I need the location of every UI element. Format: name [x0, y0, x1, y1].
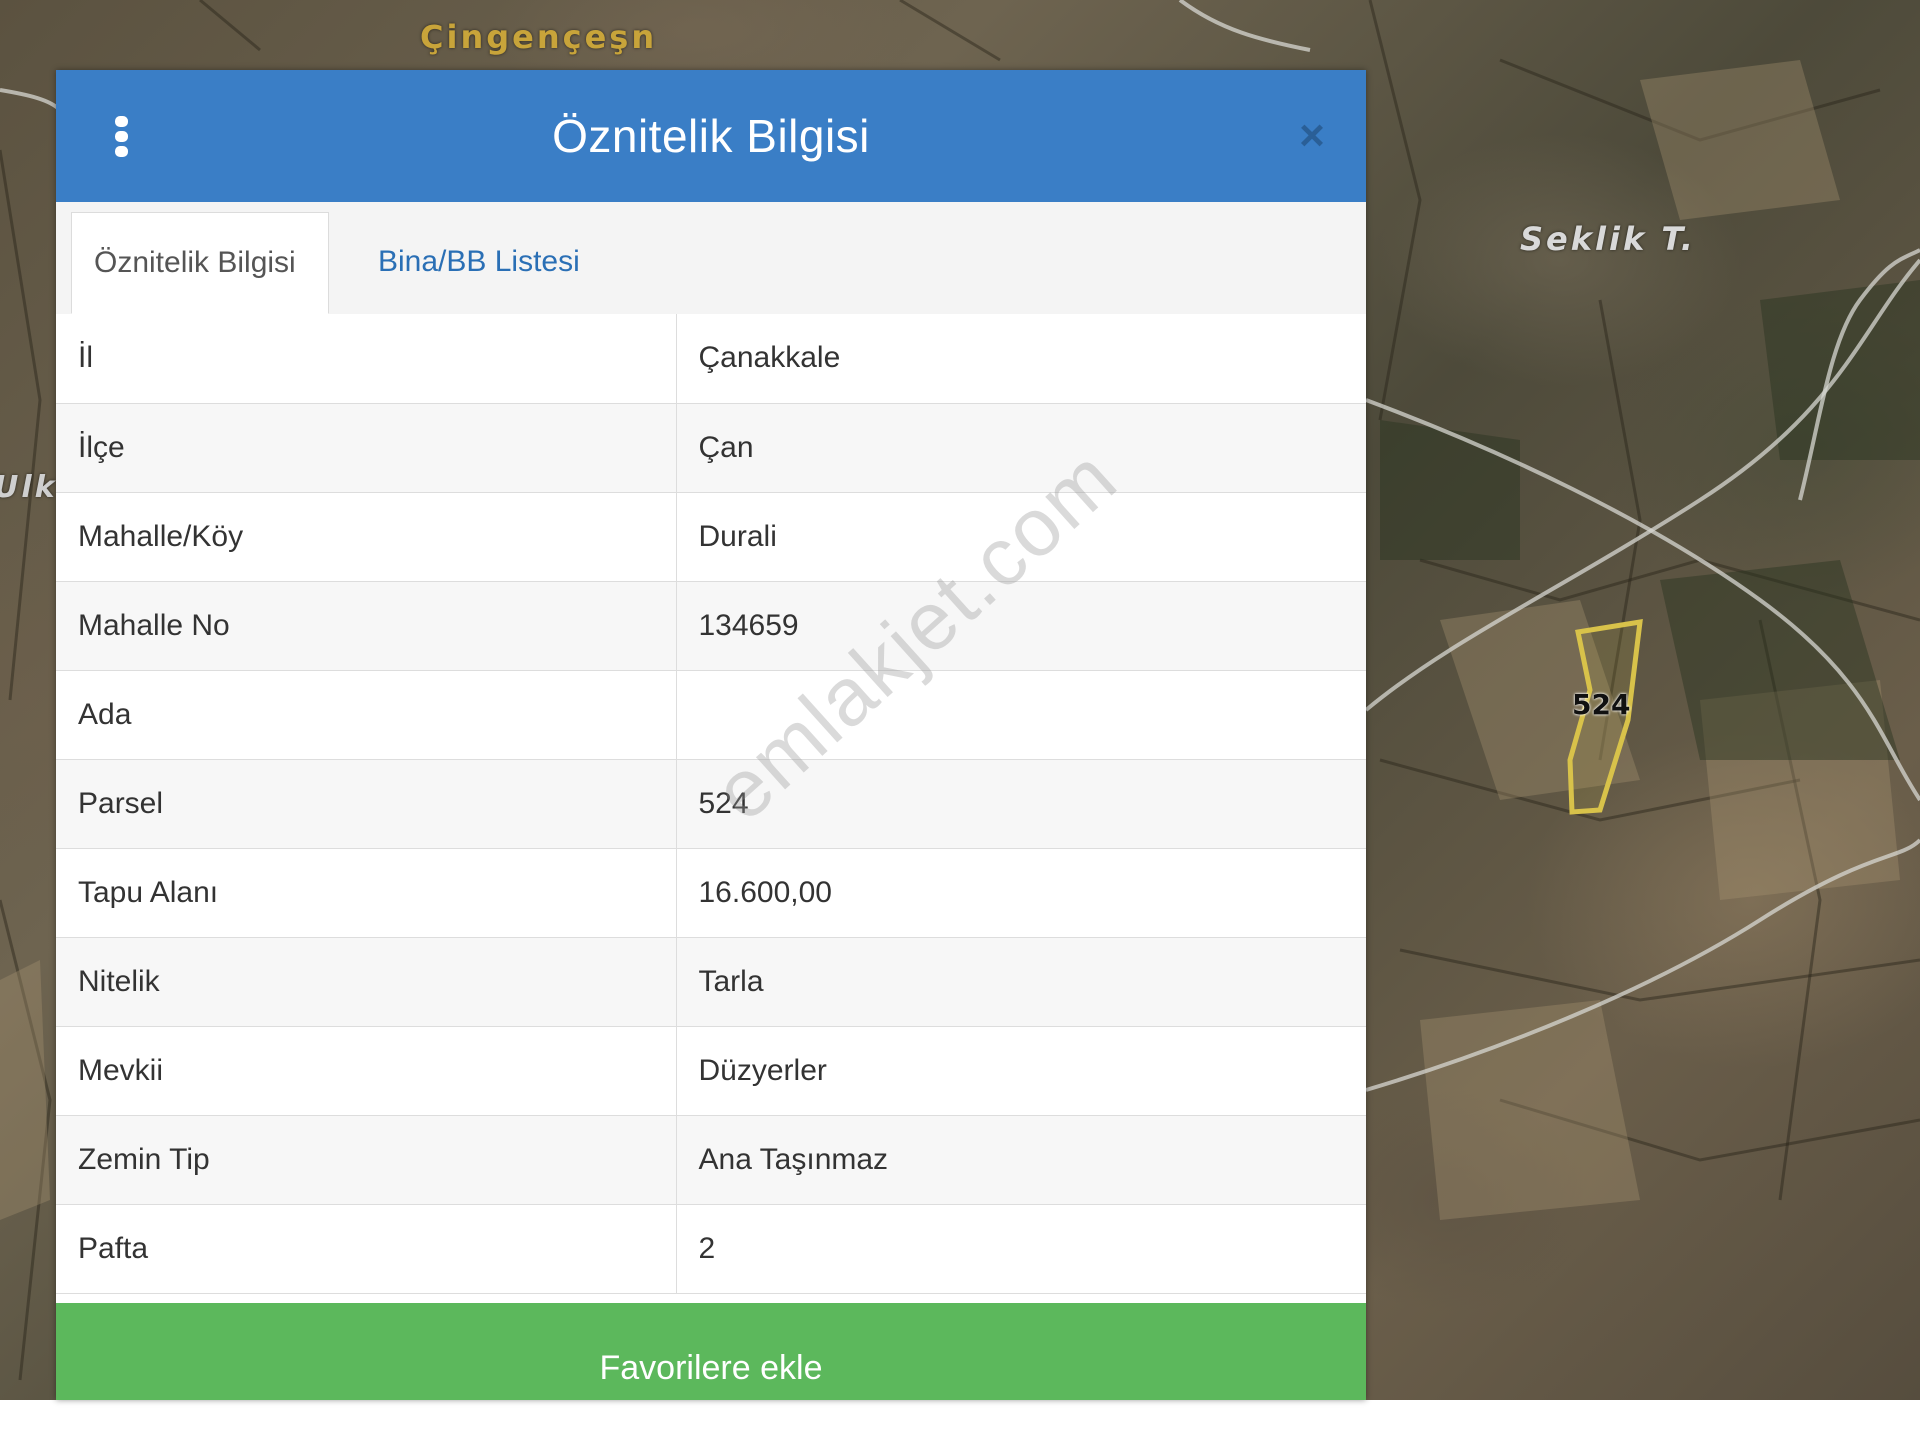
attribute-label: Zemin Tip: [56, 1115, 677, 1205]
tab-building-list[interactable]: Bina/BB Listesi: [356, 212, 602, 312]
attribute-label: Pafta: [56, 1204, 677, 1294]
attribute-label: İlçe: [56, 403, 677, 493]
attribute-label: Tapu Alanı: [56, 848, 677, 938]
table-row: Mahalle/Köy Durali: [56, 492, 1366, 582]
add-to-favorites-button[interactable]: Favorilere ekle: [56, 1303, 1366, 1400]
table-row: Ada: [56, 670, 1366, 760]
table-row: Parsel 524: [56, 759, 1366, 849]
attribute-label: Parsel: [56, 759, 677, 849]
attribute-label: İl: [56, 314, 677, 404]
dialog-title: Öznitelik Bilgisi: [552, 110, 870, 162]
attribute-value: Düzyerler: [676, 1026, 1366, 1116]
attribute-value: 2: [676, 1204, 1366, 1294]
attribute-label: Mevkii: [56, 1026, 677, 1116]
attribute-label: Ada: [56, 670, 677, 760]
parcel-number-label: 524: [1572, 688, 1631, 721]
map-place-label-seklik: Seklik T.: [1520, 220, 1696, 258]
map-place-label-north: Çingençeşn: [420, 18, 658, 56]
attribute-value: Durali: [676, 492, 1366, 582]
table-row: İlçe Çan: [56, 403, 1366, 493]
attribute-value: 524: [676, 759, 1366, 849]
attribute-info-dialog: Öznitelik Bilgisi × Öznitelik Bilgisi Bi…: [56, 70, 1366, 1400]
table-row: Mahalle No 134659: [56, 581, 1366, 671]
dialog-header: Öznitelik Bilgisi ×: [56, 70, 1366, 202]
attribute-value: [676, 670, 1366, 760]
table-row: Tapu Alanı 16.600,00: [56, 848, 1366, 938]
attribute-value: Tarla: [676, 937, 1366, 1027]
attribute-value: 134659: [676, 581, 1366, 671]
attribute-label: Nitelik: [56, 937, 677, 1027]
attribute-value: Çan: [676, 403, 1366, 493]
attribute-label: Mahalle No: [56, 581, 677, 671]
table-row: Pafta 2: [56, 1204, 1366, 1294]
kebab-menu-icon[interactable]: [108, 116, 134, 162]
map-place-label-west: Ulk: [0, 470, 58, 505]
table-row: İl Çanakkale: [56, 314, 1366, 404]
table-row: Nitelik Tarla: [56, 937, 1366, 1027]
table-row: Zemin Tip Ana Taşınmaz: [56, 1115, 1366, 1205]
attribute-value: 16.600,00: [676, 848, 1366, 938]
attribute-value: Çanakkale: [676, 314, 1366, 404]
close-icon[interactable]: ×: [1292, 114, 1332, 158]
attribute-table: İl Çanakkale İlçe Çan Mahalle/Köy Durali…: [56, 314, 1366, 1294]
table-row: Mevkii Düzyerler: [56, 1026, 1366, 1116]
attribute-value: Ana Taşınmaz: [676, 1115, 1366, 1205]
attribute-label: Mahalle/Köy: [56, 492, 677, 582]
tab-attribute-info[interactable]: Öznitelik Bilgisi: [71, 212, 329, 314]
